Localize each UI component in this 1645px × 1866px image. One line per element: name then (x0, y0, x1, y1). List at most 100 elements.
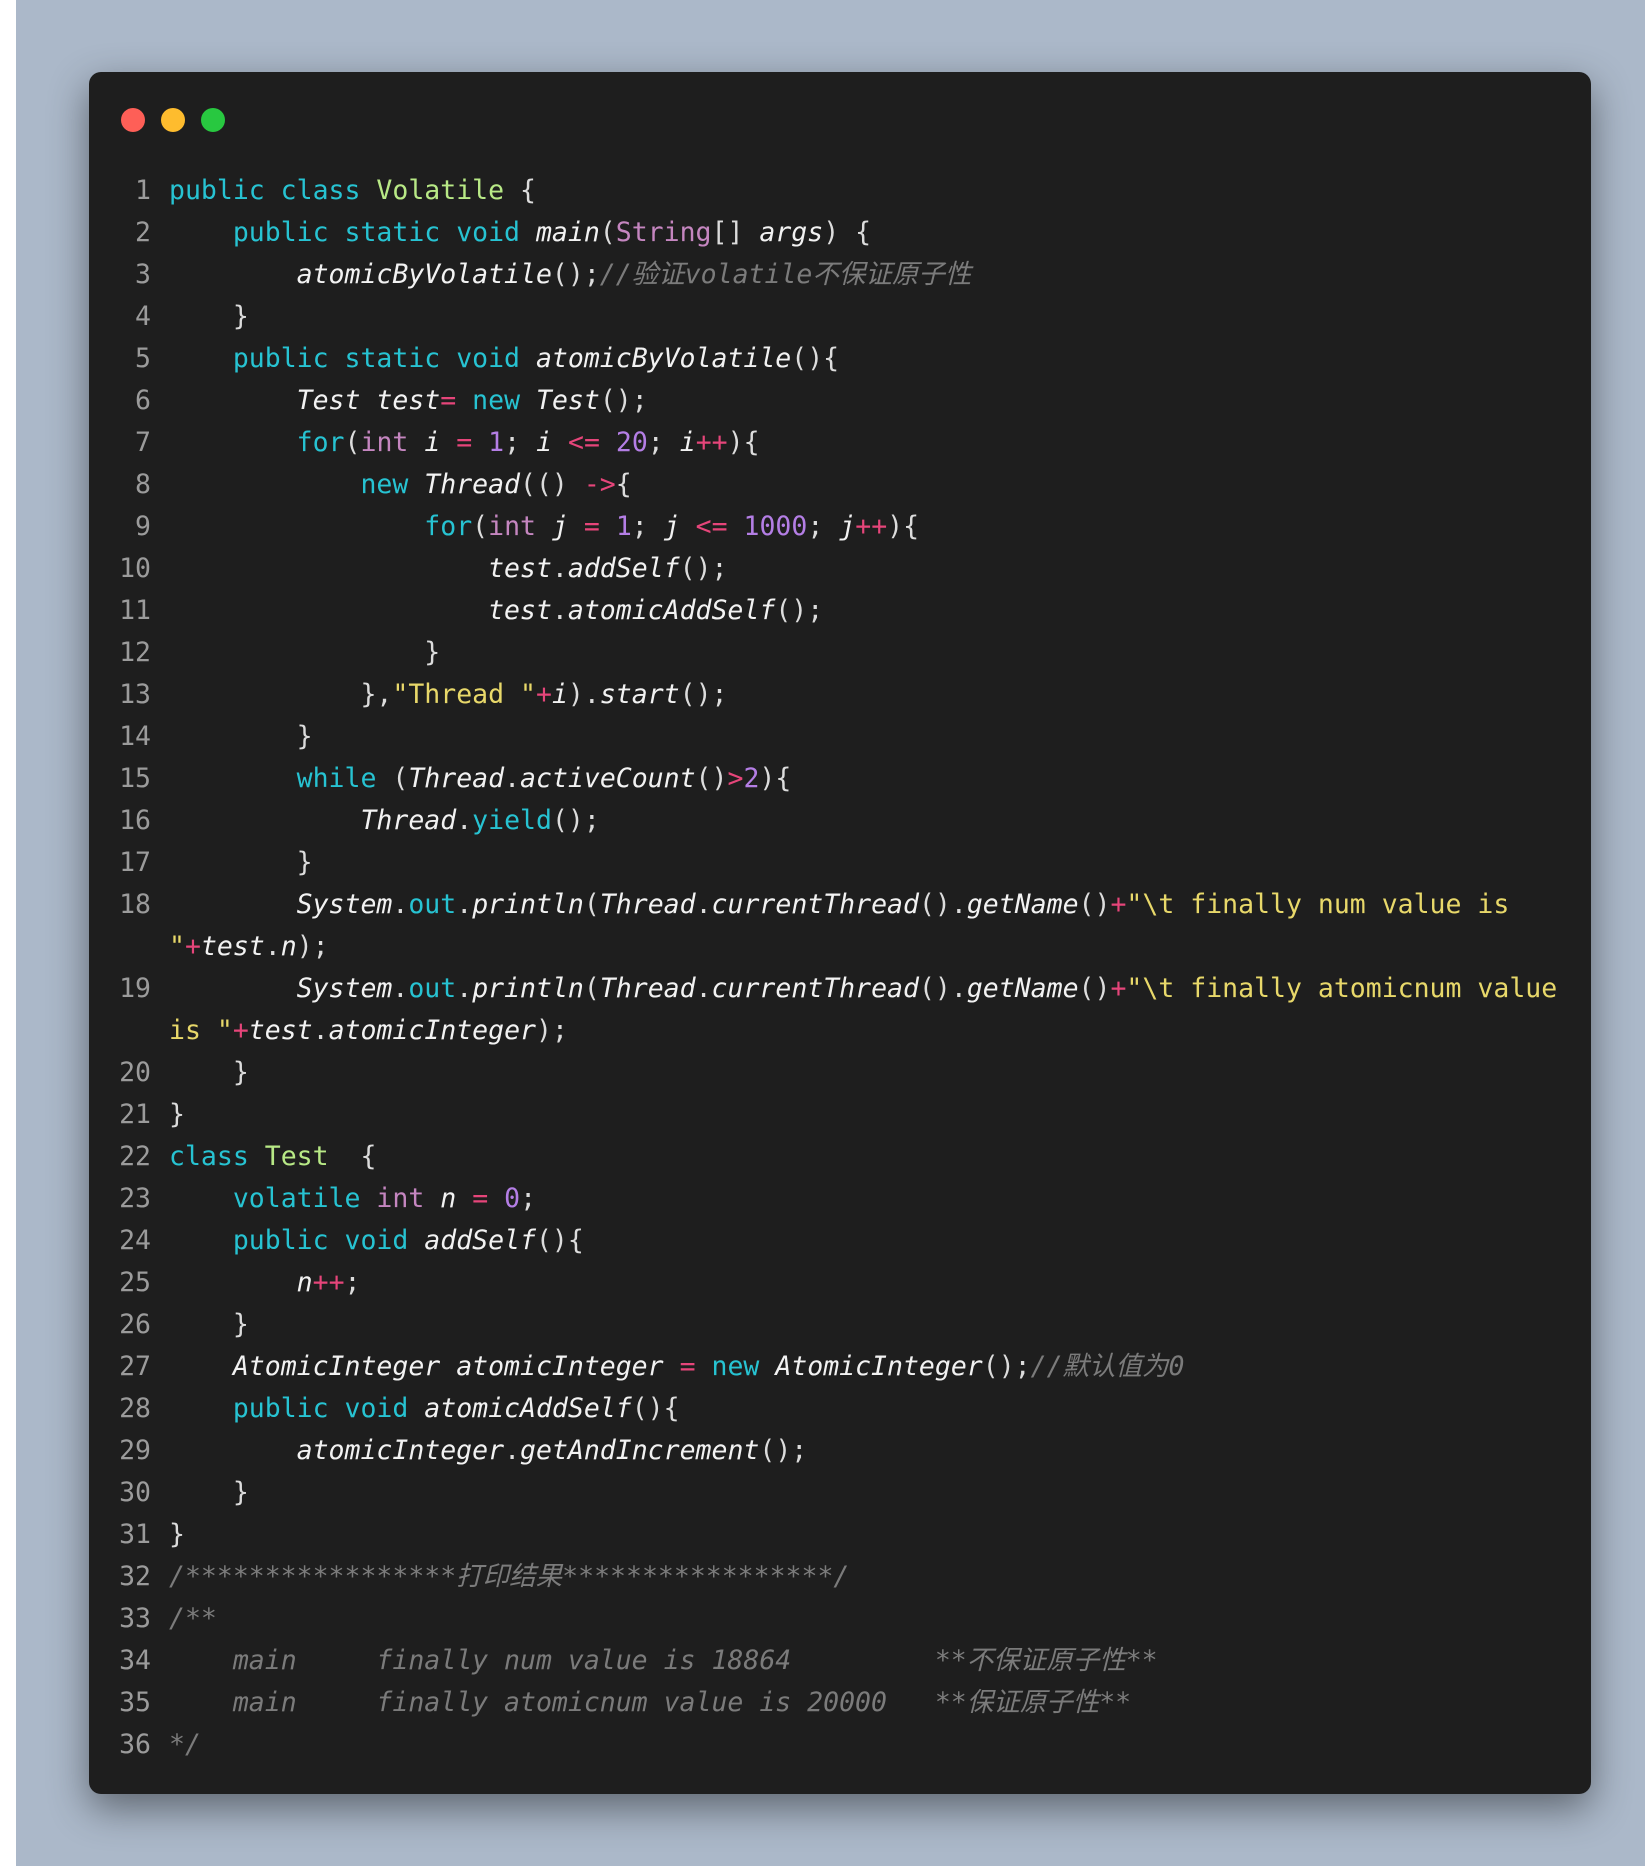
code-text: } (169, 842, 1567, 884)
code-text: public static void main(String[] args) { (169, 212, 1567, 254)
code-text: public static void atomicByVolatile(){ (169, 338, 1567, 380)
line-number: 17 (119, 847, 151, 878)
code-token: /*****************打印结果*****************/ (169, 1561, 850, 1592)
line-number: 34 (119, 1645, 151, 1676)
code-token: -> (583, 469, 616, 500)
code-token: () (1078, 973, 1111, 1004)
line-number: 29 (119, 1435, 151, 1466)
line-number: 13 (119, 679, 151, 710)
code-token: . (264, 931, 281, 962)
code-line: 4 } (89, 296, 1591, 338)
code-token: int (376, 1183, 441, 1214)
code-line: 36 */ (89, 1724, 1591, 1766)
code-token: = (456, 427, 489, 458)
code-text: n++; (169, 1262, 1567, 1304)
code-token: ){ (727, 427, 760, 458)
code-token: = (440, 385, 473, 416)
code-line: 31} (89, 1514, 1591, 1556)
code-token: ( (583, 973, 600, 1004)
code-line: 6 Test test= new Test(); (89, 380, 1591, 422)
code-token: n (280, 931, 297, 962)
code-token: 1 (615, 511, 632, 542)
code-line: 30 } (89, 1472, 1591, 1514)
code-token: int (360, 427, 425, 458)
code-text: } (169, 1514, 1567, 1556)
line-number: 12 (119, 637, 151, 668)
line-number: 31 (119, 1519, 151, 1550)
code-token: public class (169, 175, 377, 206)
code-token: (); (679, 553, 728, 584)
code-token: atomicByVolatile (296, 259, 552, 290)
code-line: 20 } (89, 1052, 1591, 1094)
code-text: /** (169, 1598, 1567, 1640)
code-text: public void atomicAddSelf(){ (169, 1388, 1567, 1430)
code-token: (); (551, 259, 600, 290)
code-token: ; (807, 511, 840, 542)
code-text: public class Volatile { (169, 170, 1567, 212)
code-text: } (169, 1472, 1567, 1514)
line-number: 11 (119, 595, 151, 626)
line-number: 8 (135, 469, 151, 500)
code-token: ++ (855, 511, 888, 542)
code-token: String (615, 217, 712, 248)
line-number: 2 (135, 217, 151, 248)
code-token: out (408, 973, 457, 1004)
code-token: Test test (296, 385, 441, 416)
code-token: i (551, 679, 568, 710)
code-token: { (504, 175, 536, 206)
code-token: . (456, 973, 473, 1004)
code-text: } (169, 632, 1567, 674)
code-token: atomicAddSelf (424, 1393, 632, 1424)
code-line: 35 main finally atomicnum value is 20000… (89, 1682, 1591, 1724)
minimize-dot-icon[interactable] (161, 108, 185, 132)
code-token: while (296, 763, 393, 794)
code-token: (){ (791, 343, 840, 374)
code-token: ; (631, 511, 664, 542)
close-dot-icon[interactable] (121, 108, 145, 132)
code-token: test (248, 1015, 313, 1046)
code-token: AtomicInteger atomicInteger (232, 1351, 664, 1382)
code-line: 25 n++; (89, 1262, 1591, 1304)
code-token: Thread (424, 469, 521, 500)
line-number: 27 (119, 1351, 151, 1382)
code-token: . (551, 595, 568, 626)
code-token: atomicAddSelf (567, 595, 776, 626)
maximize-dot-icon[interactable] (201, 108, 225, 132)
code-token: ( (472, 511, 489, 542)
code-text: while (Thread.activeCount()>2){ (169, 758, 1567, 800)
code-token: { (328, 1141, 377, 1172)
code-token: Thread (408, 763, 505, 794)
code-token: (). (918, 889, 967, 920)
code-line: 29 atomicInteger.getAndIncrement(); (89, 1430, 1591, 1472)
code-text: main finally atomicnum value is 20000 **… (169, 1682, 1567, 1724)
code-token: ; (647, 427, 680, 458)
code-token: ; (520, 1183, 537, 1214)
code-token: . (392, 889, 409, 920)
code-line: 12 } (89, 632, 1591, 674)
code-text: public void addSelf(){ (169, 1220, 1567, 1262)
code-text: },"Thread "+i).start(); (169, 674, 1567, 716)
code-line: 33 /** (89, 1598, 1591, 1640)
code-line: 34 main finally num value is 18864 **不保证… (89, 1640, 1591, 1682)
code-token: <= (695, 511, 744, 542)
code-block[interactable]: 1 public class Volatile { 2 public static … (89, 170, 1591, 1766)
code-token: [] (711, 217, 760, 248)
code-line: 18 System.out.println(Thread.currentThre… (89, 884, 1591, 968)
line-number: 16 (119, 805, 151, 836)
code-token: + (1110, 973, 1127, 1004)
code-token: ; (344, 1267, 361, 1298)
code-token: main (535, 217, 600, 248)
code-token: ( (599, 217, 616, 248)
line-number: 30 (119, 1477, 151, 1508)
